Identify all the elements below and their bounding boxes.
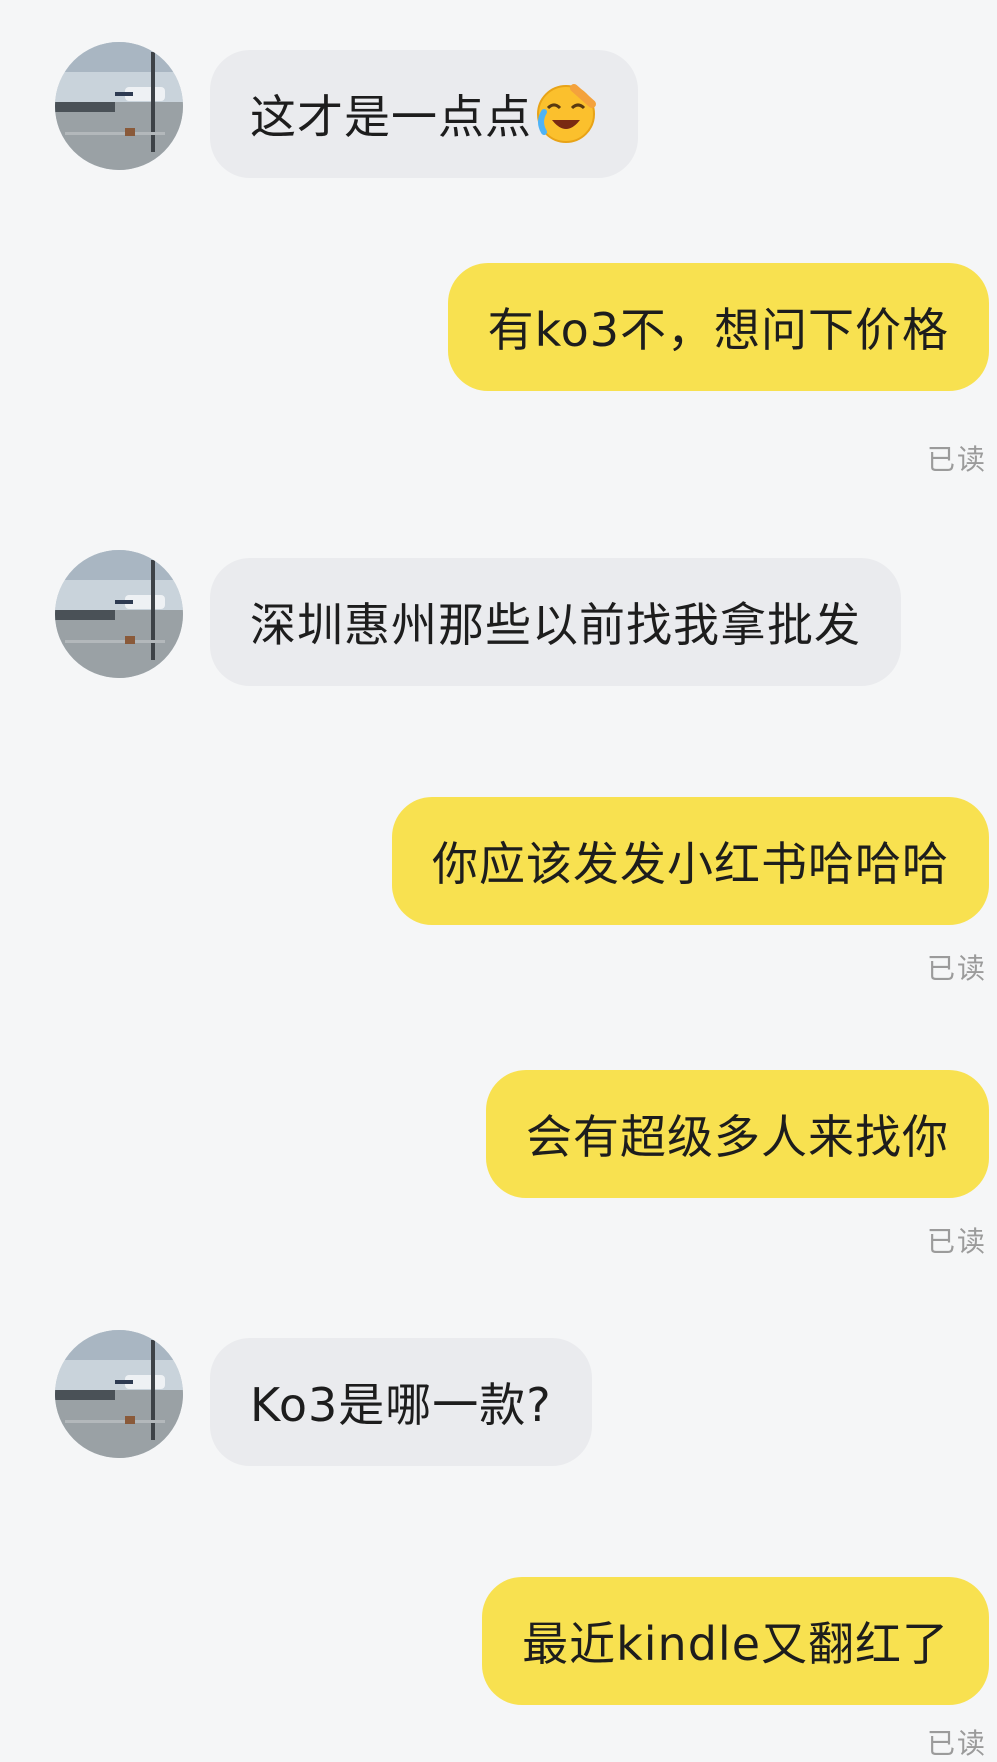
message-bubble-outgoing[interactable]: 最近kindle又翻红了 xyxy=(482,1577,989,1705)
airport-photo-avatar-icon xyxy=(55,1330,183,1458)
message-text: 最近kindle又翻红了 xyxy=(522,1617,949,1671)
airport-photo-avatar-icon xyxy=(55,42,183,170)
message-bubble-outgoing[interactable]: 会有超级多人来找你 xyxy=(486,1070,989,1198)
read-status: 已读 xyxy=(926,1225,987,1258)
airport-photo-avatar-icon xyxy=(55,550,183,678)
message-text: 深圳惠州那些以前找我拿批发 xyxy=(250,598,861,652)
message-bubble-outgoing[interactable]: 有ko3不，想问下价格 xyxy=(447,263,989,391)
message-text: 你应该发发小红书哈哈哈 xyxy=(432,837,949,891)
chat-message-list: 这才是一点点 有ko3不，想问下价格 已读 深圳惠州那些以前找我拿批发 你应该发… xyxy=(0,0,997,1760)
read-status: 已读 xyxy=(926,443,987,476)
crying-laughing-emoji-icon xyxy=(534,82,598,146)
message-bubble-incoming[interactable]: 这才是一点点 xyxy=(210,50,638,178)
message-bubble-incoming[interactable]: 深圳惠州那些以前找我拿批发 xyxy=(210,558,901,686)
read-status: 已读 xyxy=(926,1727,987,1760)
contact-avatar[interactable] xyxy=(55,550,183,678)
message-text: 这才是一点点 xyxy=(250,90,532,144)
read-status: 已读 xyxy=(926,952,987,985)
contact-avatar[interactable] xyxy=(55,42,183,170)
message-text: 会有超级多人来找你 xyxy=(526,1110,949,1164)
message-text: Ko3是哪一款? xyxy=(250,1378,552,1432)
message-bubble-incoming[interactable]: Ko3是哪一款? xyxy=(210,1338,592,1466)
contact-avatar[interactable] xyxy=(55,1330,183,1458)
message-text: 有ko3不，想问下价格 xyxy=(487,303,949,357)
message-bubble-outgoing[interactable]: 你应该发发小红书哈哈哈 xyxy=(392,797,989,925)
